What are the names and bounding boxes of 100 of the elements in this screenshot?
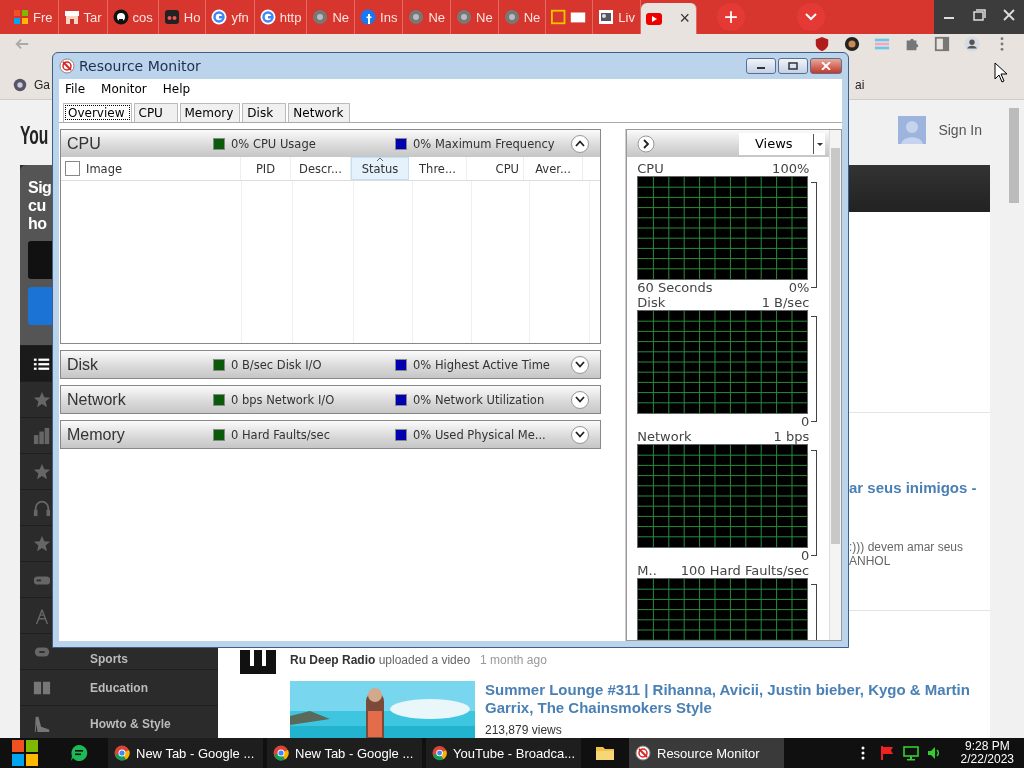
column-header[interactable]: CPU [467, 157, 524, 180]
sidebar-icon[interactable] [934, 36, 950, 52]
chevron-down-icon [575, 361, 585, 368]
close-button[interactable] [810, 58, 842, 74]
stat-text: 0% Highest Active Time [413, 357, 550, 372]
profile-icon[interactable] [964, 36, 980, 52]
graph-max: 1 B/sec [761, 295, 810, 310]
maximize-icon [788, 62, 798, 70]
tab-search-button[interactable] [796, 3, 825, 31]
scrollbar[interactable] [829, 130, 841, 640]
promo-text: ho [28, 215, 47, 233]
column-label: PID [255, 161, 276, 176]
graph-footer: 60 Seconds [637, 280, 713, 295]
expand-button[interactable] [571, 390, 589, 409]
chat-icon[interactable] [70, 744, 88, 762]
post-title-link[interactable]: ar seus inimigos - [849, 479, 990, 496]
circle-icon[interactable] [844, 36, 860, 52]
section-title: CPU [67, 134, 102, 153]
taskbar-button[interactable]: Resource Monitor [629, 738, 784, 768]
clock-time: 9:28 PM [964, 740, 1010, 753]
column-label: CPU [495, 161, 519, 176]
globe-icon [408, 9, 425, 25]
section-title: Disk [67, 355, 100, 374]
taskbar-button[interactable]: New Tab - Google ... [267, 738, 422, 768]
column-label: Aver... [535, 161, 571, 176]
tab[interactable]: Disk [242, 103, 287, 122]
legend-icon [395, 358, 407, 371]
sidebar-label[interactable]: Education [90, 680, 148, 695]
taskbar-button[interactable]: New Tab - Google ... [108, 738, 263, 768]
taskbar-button[interactable]: YouTube - Broadca... [426, 738, 581, 768]
globe-icon [503, 9, 520, 25]
flag-icon[interactable] [878, 745, 895, 761]
minimize-button[interactable] [746, 58, 776, 74]
column-header[interactable]: Aver... [524, 157, 583, 180]
close-icon [821, 62, 831, 70]
checkbox[interactable] [65, 161, 80, 176]
sidebar-item[interactable] [20, 346, 52, 381]
tab[interactable]: Memory [179, 103, 241, 122]
globe-icon [312, 9, 329, 25]
sidebar-label[interactable]: Howto & Style [90, 716, 171, 731]
graph-min: 0 [801, 414, 810, 429]
globe-icon [456, 9, 473, 25]
browser-icon [273, 745, 289, 761]
shield-icon[interactable] [814, 36, 830, 52]
column-header[interactable]: Thre... [409, 157, 467, 180]
close-tab-button[interactable]: × [679, 8, 690, 29]
column-header[interactable]: Image [61, 157, 241, 180]
expand-pane-icon[interactable] [637, 134, 656, 153]
video-title-link[interactable]: Summer Lounge #311 | Rihanna, Avicii, Justin bieber, Kygo & Martin Garrix, The Chainsmokers Style [485, 681, 985, 717]
section-header[interactable]: Disk 0 B/sec Disk I/O 0% Highest Active Time [61, 351, 601, 378]
bookmark-favicon-icon [12, 76, 28, 93]
tab[interactable]: CPU [133, 103, 178, 122]
legend-icon [213, 428, 225, 441]
maximize-button[interactable] [778, 58, 808, 74]
expand-button[interactable] [571, 425, 589, 444]
section-header[interactable]: Memory 0 Hard Faults/sec 0% Used Physical Me... [61, 421, 601, 448]
new-tab-button[interactable]: + [716, 3, 745, 31]
avatar-icon [898, 116, 927, 144]
section-title: Network [67, 390, 127, 409]
legend-icon [213, 393, 225, 406]
graph-title: CPU [637, 161, 664, 176]
graph-min: 0 [801, 548, 810, 563]
view-count: 213,879 views [485, 723, 563, 737]
browser-icon [114, 745, 130, 761]
puzzle-icon[interactable] [904, 36, 920, 52]
bookmark[interactable]: Ga [34, 77, 50, 92]
sign-in-link[interactable]: Sign In [938, 116, 990, 138]
menu-item[interactable]: File [65, 82, 86, 96]
menu-item[interactable]: Help [162, 82, 191, 96]
section-header[interactable]: Network 0 bps Network I/O 0% Network Utilization [61, 386, 601, 413]
network-icon[interactable] [902, 745, 919, 761]
caret-icon [813, 133, 825, 154]
column-header[interactable]: Status [351, 157, 409, 180]
views-dropdown[interactable]: Views [739, 132, 825, 155]
bar-chart-icon [33, 426, 51, 445]
site-logo[interactable]: You [20, 120, 49, 150]
legend-icon [213, 137, 225, 150]
chevron-down-icon [575, 431, 585, 438]
channel-avatar-icon[interactable] [240, 650, 276, 674]
column-header[interactable]: PID [241, 157, 291, 180]
expand-button[interactable] [571, 134, 589, 153]
column-label: Status [361, 161, 399, 176]
post-text: ANHOL [849, 554, 892, 568]
browser-tab[interactable]: × [640, 3, 697, 34]
feed-activity: Ru Deep Radio uploaded a video [290, 653, 471, 669]
star-icon [33, 534, 51, 553]
cursor-icon [994, 62, 1008, 83]
expand-button[interactable] [571, 355, 589, 374]
sidebar-label[interactable]: Sports [90, 652, 128, 666]
column-label: Image [86, 161, 123, 176]
circle-icon [360, 9, 377, 25]
legend-icon [395, 393, 407, 406]
menu-item[interactable]: Monitor [101, 82, 147, 96]
bookmark[interactable]: ai [855, 77, 865, 92]
tab[interactable]: Network [288, 103, 351, 122]
windows-logo-icon [10, 738, 40, 768]
section-header[interactable]: CPU 0% CPU Usage 0% Maximum Frequency [61, 130, 601, 157]
clock[interactable]: 9:28 PM 2/22/2023 [950, 740, 1014, 766]
tab[interactable]: Overview [63, 103, 132, 122]
mask-icon [163, 9, 180, 25]
